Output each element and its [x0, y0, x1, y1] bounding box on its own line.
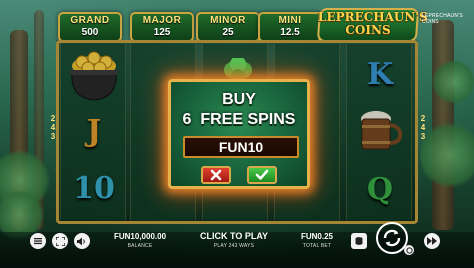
close-icon — [210, 169, 222, 181]
dialog-title: BUY — [222, 91, 256, 108]
balance-value: FUN10,000.00 — [113, 232, 167, 241]
confirm-button[interactable] — [247, 166, 277, 184]
menu-button[interactable] — [30, 233, 46, 249]
click-to-play-button[interactable]: CLICK TO PLAY — [190, 231, 278, 241]
ways-right-digit-2: 4 — [420, 123, 426, 132]
bet-value: FUN0.25 — [300, 232, 333, 241]
jackpot-mini-value: 12.5 — [280, 27, 300, 38]
jackpot-mini-label: MINI — [278, 15, 302, 26]
spin-arrows-icon — [383, 229, 401, 247]
foliage-right — [420, 120, 474, 190]
hamburger-icon — [34, 238, 42, 245]
ways-caption: PLAY 243 WAYS — [213, 243, 255, 249]
jackpot-grand-label: GRAND — [70, 15, 110, 26]
cancel-button[interactable] — [201, 166, 231, 184]
bet-label: TOTAL BET — [302, 243, 332, 249]
dialog-spins-text: 6 FREE SPINS — [182, 111, 296, 128]
fast-forward-icon — [427, 237, 437, 245]
ways-indicator-right: 2 4 3 — [418, 114, 428, 141]
fullscreen-icon — [55, 236, 65, 246]
ways-right-digit-3: 3 — [420, 132, 426, 141]
bet-settings-button[interactable] — [351, 233, 367, 249]
dialog-price: FUN10 — [183, 136, 299, 158]
brand-caption: LEPRECHAUN'S COINS — [422, 13, 463, 25]
ways-left-digit-3: 3 — [50, 132, 56, 141]
balance-label: BALANCE — [127, 243, 153, 249]
autoplay-icon — [405, 246, 413, 254]
buy-free-spins-dialog: BUY 6 FREE SPINS FUN10 — [168, 79, 310, 189]
logo-title-line1: LEPRECHAUN'S — [318, 10, 428, 24]
jackpot-major: MAJOR 125 — [130, 12, 194, 42]
jackpot-grand: GRAND 500 — [58, 12, 122, 42]
jackpot-major-value: 125 — [153, 27, 171, 38]
jackpot-minor-value: 25 — [222, 27, 234, 38]
jackpot-minor-label: MINOR — [210, 15, 246, 26]
ways-left-digit-1: 2 — [50, 114, 56, 123]
jackpot-major-label: MAJOR — [142, 15, 182, 26]
fullscreen-button[interactable] — [52, 233, 68, 249]
jackpot-grand-value: 500 — [81, 27, 99, 38]
logo-title-line2: COINS — [345, 23, 391, 37]
speaker-icon — [77, 237, 85, 245]
ways-right-digit-1: 2 — [420, 114, 426, 123]
turbo-button[interactable] — [424, 233, 440, 249]
coins-stack-icon — [355, 237, 363, 245]
autoplay-button[interactable] — [404, 245, 414, 255]
check-icon — [255, 169, 269, 180]
foliage-right-2 — [432, 60, 474, 104]
jackpot-mini: MINI 12.5 — [258, 12, 322, 42]
sound-button[interactable] — [74, 233, 90, 249]
game-logo: LEPRECHAUN'S COINS — [316, 8, 428, 42]
logo-title: LEPRECHAUN'S COINS — [318, 11, 428, 37]
ways-left-digit-2: 4 — [50, 123, 56, 132]
jackpot-minor: MINOR 25 — [196, 12, 260, 42]
